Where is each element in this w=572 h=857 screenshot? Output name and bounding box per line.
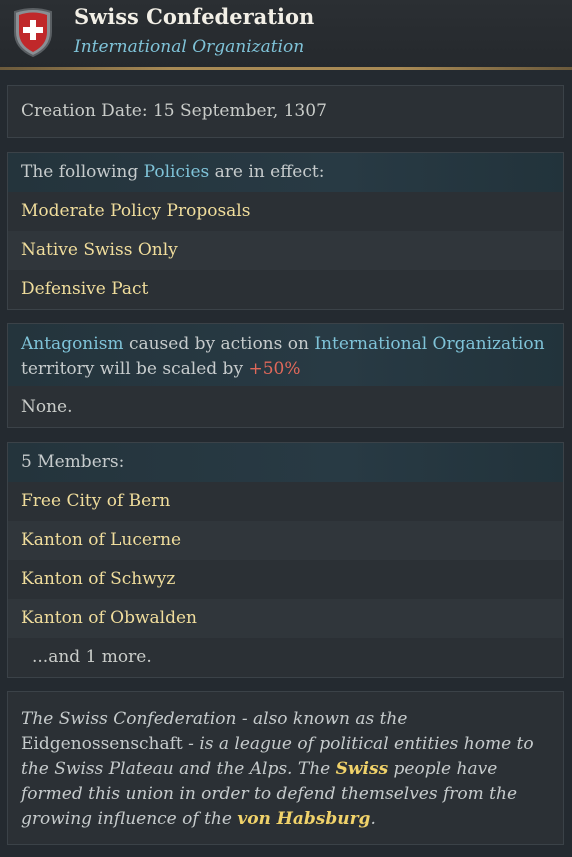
creation-date: Creation Date: 15 September, 1307 [21, 101, 327, 121]
members-more[interactable]: ...and 1 more. [8, 638, 563, 677]
policy-item[interactable]: Defensive Pact [8, 270, 563, 309]
creation-panel: Creation Date: 15 September, 1307 [7, 85, 564, 138]
policies-intro: The following Policies are in effect: [8, 153, 563, 192]
policies-intro-suffix: are in effect: [209, 162, 325, 182]
header: Swiss Confederation International Organi… [0, 0, 572, 68]
antagonism-text-2: territory will be scaled by [21, 359, 249, 379]
international-organization-link[interactable]: International Organization [314, 334, 544, 354]
policy-item[interactable]: Native Swiss Only [8, 231, 563, 270]
swiss-shield-icon [14, 8, 52, 58]
member-item[interactable]: Kanton of Lucerne [8, 521, 563, 560]
description-text: The Swiss Confederation - also known as … [8, 692, 563, 847]
member-item[interactable]: Free City of Bern [8, 482, 563, 521]
organization-type: International Organization [74, 37, 305, 57]
members-panel: 5 Members: Free City of Bern Kanton of L… [7, 442, 564, 678]
page-title: Swiss Confederation [74, 4, 315, 29]
native-name: Eidgenossenschaft [21, 734, 183, 754]
description-part-1: The Swiss Confederation - also known as … [21, 709, 408, 729]
people-link[interactable]: Swiss [336, 759, 389, 779]
antagonism-result: None. [21, 397, 73, 417]
description-part-4: . [370, 809, 376, 829]
antagonism-link[interactable]: Antagonism [21, 334, 124, 354]
policies-link[interactable]: Policies [144, 162, 210, 182]
antagonism-text: Antagonism caused by actions on Internat… [8, 324, 563, 386]
policies-intro-prefix: The following [21, 162, 144, 182]
header-divider [0, 67, 572, 70]
description-panel: The Swiss Confederation - also known as … [7, 691, 564, 845]
members-count: 5 Members: [8, 443, 563, 482]
member-item[interactable]: Kanton of Obwalden [8, 599, 563, 638]
antagonism-panel: Antagonism caused by actions on Internat… [7, 323, 564, 428]
policies-panel: The following Policies are in effect: Mo… [7, 152, 564, 310]
antagonism-value: +50% [248, 359, 301, 379]
policy-item[interactable]: Moderate Policy Proposals [8, 192, 563, 231]
member-item[interactable]: Kanton of Schwyz [8, 560, 563, 599]
rival-link[interactable]: von Habsburg [237, 809, 370, 829]
antagonism-text-1: caused by actions on [123, 334, 315, 354]
